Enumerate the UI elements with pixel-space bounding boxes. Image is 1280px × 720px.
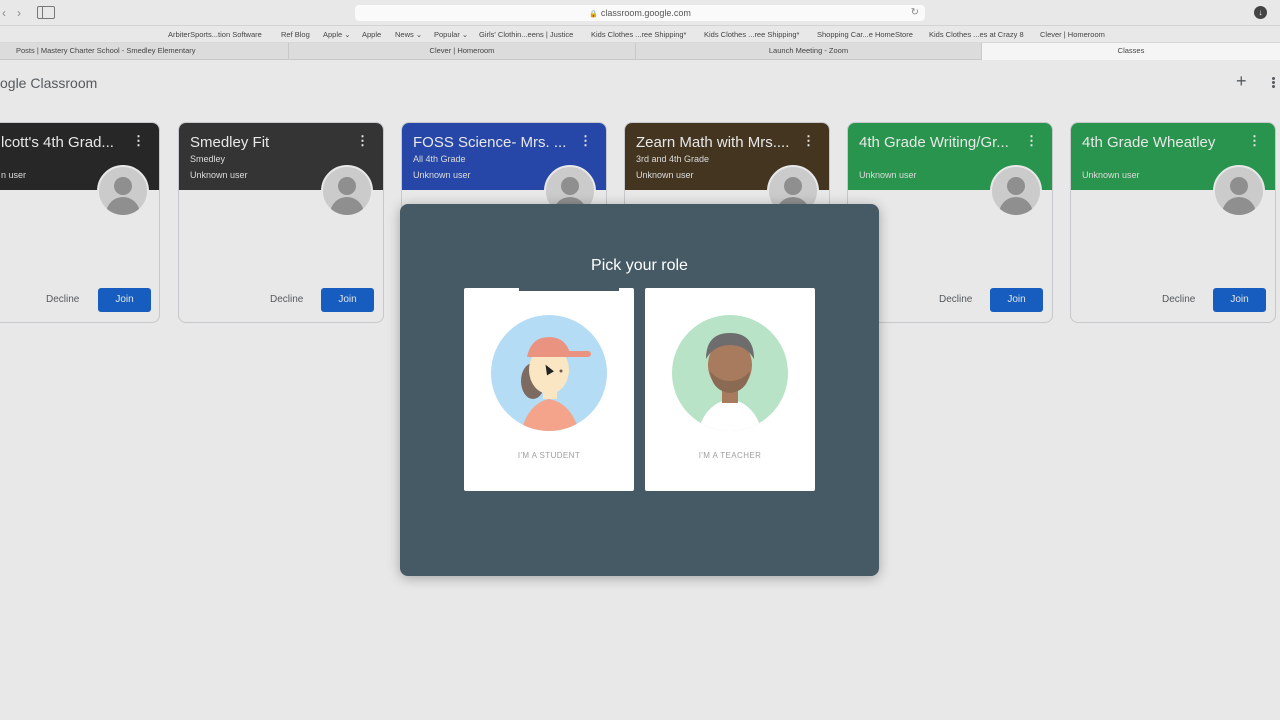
tab-posts[interactable]: Posts | Mastery Charter School - Smedley… bbox=[0, 43, 289, 60]
forward-icon[interactable]: › bbox=[9, 5, 29, 21]
url-text: classroom.google.com bbox=[600, 8, 691, 18]
bookmark-item[interactable]: Kids Clothes ...ree Shipping* bbox=[704, 30, 799, 39]
bookmark-item[interactable]: Ref Blog bbox=[281, 30, 310, 39]
teacher-illustration bbox=[672, 315, 788, 431]
tab-zoom[interactable]: Launch Meeting - Zoom bbox=[636, 43, 982, 60]
bookmark-item[interactable]: Girls' Clothin...eens | Justice bbox=[479, 30, 573, 39]
url-bar[interactable]: 🔒 classroom.google.com ↻ bbox=[355, 5, 925, 21]
lock-icon: 🔒 bbox=[589, 11, 598, 18]
bookmark-item[interactable]: News ⌄ bbox=[395, 30, 422, 39]
sidebar-icon[interactable] bbox=[37, 6, 55, 19]
tab-classes[interactable]: Classes bbox=[982, 43, 1280, 60]
reload-icon[interactable]: ↻ bbox=[911, 5, 919, 21]
bookmark-item[interactable]: ArbiterSports...tion Software bbox=[168, 30, 262, 39]
bookmark-item[interactable]: Kids Clothes ...es at Crazy 8 bbox=[929, 30, 1024, 39]
bookmark-item[interactable]: Apple bbox=[362, 30, 381, 39]
bookmark-item[interactable]: Apple ⌄ bbox=[323, 30, 351, 39]
bookmarks-bar: ArbiterSports...tion Software Ref Blog A… bbox=[0, 26, 1280, 43]
dialog-title: Pick your role bbox=[591, 257, 688, 274]
tab-clever[interactable]: Clever | Homeroom bbox=[289, 43, 636, 60]
bookmark-item[interactable]: Clever | Homeroom bbox=[1040, 30, 1105, 39]
tab-bar: Posts | Mastery Charter School - Smedley… bbox=[0, 43, 1280, 60]
student-role-label: I'M A STUDENT bbox=[517, 451, 581, 460]
browser-toolbar: ‹ › 🔒 classroom.google.com ↻ ↓ bbox=[0, 0, 1280, 26]
student-role-button[interactable]: I'M A STUDENT bbox=[464, 288, 634, 491]
bookmark-item[interactable]: Popular ⌄ bbox=[434, 30, 468, 39]
bookmark-item[interactable]: Shopping Car...e HomeStore bbox=[817, 30, 913, 39]
download-icon[interactable]: ↓ bbox=[1254, 6, 1267, 19]
pick-role-dialog: Pick your role I'M A STUDENT I'M A TEACH… bbox=[400, 204, 879, 576]
teacher-role-button[interactable]: I'M A TEACHER bbox=[645, 288, 815, 491]
teacher-role-label: I'M A TEACHER bbox=[698, 451, 762, 460]
bookmark-item[interactable]: Kids Clothes ...ree Shipping* bbox=[591, 30, 686, 39]
loading-bar bbox=[519, 288, 619, 291]
